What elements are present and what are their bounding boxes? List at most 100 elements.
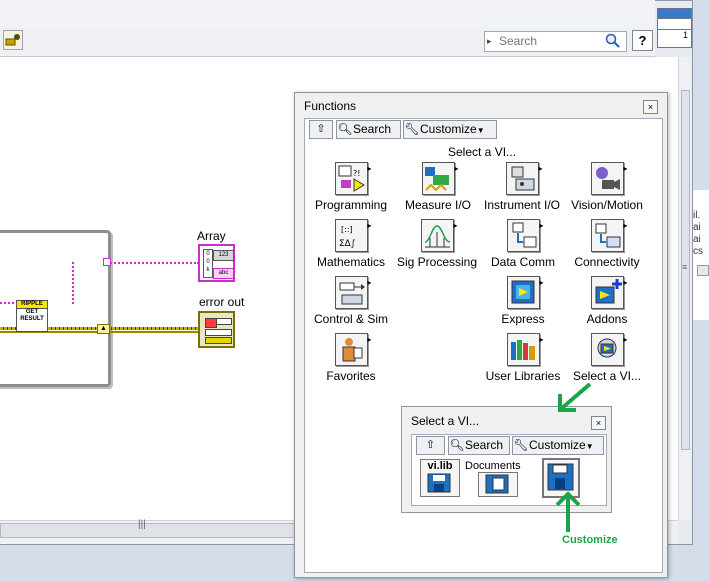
category-control-sim[interactable]: ▸ Control & Sim <box>309 276 393 326</box>
category-express[interactable]: ▸ Express <box>484 276 562 326</box>
side-text-line: ai <box>693 234 701 245</box>
category-measure-io[interactable]: ▸ Measure I/O <box>399 162 477 212</box>
array-indicator-label[interactable]: Array <box>197 229 226 243</box>
category-label: Sig Processing <box>396 255 478 269</box>
array-indicator[interactable]: 00k 123 abc <box>198 244 235 282</box>
category-select-vi[interactable]: ▸ Select a VI... <box>568 333 646 383</box>
search-icon: 🔍︎ <box>337 122 353 136</box>
category-label: Express <box>501 312 545 326</box>
user-libraries-icon: ▸ <box>506 333 544 366</box>
annotation-label: Customize <box>562 534 618 546</box>
close-icon[interactable]: × <box>643 100 658 114</box>
dropdown-arrow-icon: ▼ <box>476 126 485 135</box>
side-text-line: cs <box>693 246 703 257</box>
documents-label: Documents <box>465 460 521 472</box>
category-user-libraries[interactable]: ▸ User Libraries <box>482 333 564 383</box>
category-label: Programming <box>314 198 388 212</box>
svg-text:Σ∆∫: Σ∆∫ <box>339 239 356 249</box>
dropdown-arrow-icon: ▼ <box>585 442 594 451</box>
connector-pane[interactable]: 1 <box>657 8 692 48</box>
category-data-comm[interactable]: ▸ Data Comm <box>484 219 562 269</box>
vertical-grip-icon: ≡ <box>682 262 688 272</box>
category-sig-processing[interactable]: ▸ Sig Processing <box>394 219 480 269</box>
array-sub-text: abc <box>213 268 234 279</box>
wrench-icon: 🔧︎ <box>404 122 420 136</box>
subpalette-title: Select a VI... <box>411 414 480 428</box>
array-wire-vertical[interactable] <box>72 262 76 304</box>
error-shift-register[interactable]: ▲ <box>97 324 110 334</box>
array-wire[interactable] <box>107 262 199 266</box>
signal-processing-icon: ▸ <box>420 219 458 252</box>
subpalette-search-button[interactable]: 🔍︎Search <box>448 436 510 455</box>
side-window-text: il. ai ai cs <box>693 190 709 320</box>
category-label: Instrument I/O <box>483 198 561 212</box>
category-instrument-io[interactable]: ▸ Instrument I/O <box>480 162 564 212</box>
category-vision-motion[interactable]: ▸ Vision/Motion <box>566 162 648 212</box>
mathematics-icon: [::] Σ∆∫ ▸ <box>334 219 372 252</box>
express-icon: ▸ <box>506 276 544 309</box>
error-out-indicator[interactable] <box>198 311 235 348</box>
category-label: Data Comm <box>490 255 555 269</box>
search-icon: 🔍︎ <box>449 438 465 452</box>
ripple-vi-line3: RESULT <box>20 316 44 322</box>
category-label: Addons <box>586 312 628 326</box>
category-label: Favorites <box>326 369 376 383</box>
array-tunnel[interactable] <box>103 258 111 266</box>
side-scroll-button[interactable] <box>697 265 709 276</box>
vi-lib-label: vi.lib <box>427 460 453 472</box>
addons-icon: ▸ <box>590 276 628 309</box>
array-type-text: 123 <box>213 250 234 261</box>
data-comm-icon: ▸ <box>506 219 544 252</box>
documents-item[interactable] <box>478 472 518 497</box>
search-icon[interactable] <box>605 33 621 52</box>
category-mathematics[interactable]: [::] Σ∆∫ ▸ Mathematics <box>309 219 393 269</box>
palette-customize-button[interactable]: 🔧︎Customize▼ <box>403 120 497 139</box>
connectivity-icon: ▸ <box>590 219 628 252</box>
close-icon[interactable]: × <box>591 416 606 430</box>
up-arrow-button[interactable]: ⇧ <box>309 120 333 139</box>
clean-up-diagram-icon[interactable] <box>3 30 23 50</box>
category-label: Connectivity <box>574 255 640 269</box>
category-addons[interactable]: ▸ Addons <box>568 276 646 326</box>
connector-pane-value: 1 <box>682 30 688 40</box>
functions-palette-title: Functions <box>304 99 357 113</box>
ripple-get-result-vi[interactable]: RIPPLE GET RESULT <box>16 300 48 332</box>
connector-pane-header <box>658 9 691 19</box>
palette-header: Select a VI... <box>448 145 517 159</box>
up-arrow-button[interactable]: ⇧ <box>416 436 445 455</box>
category-programming[interactable]: ?! ▸ Programming <box>309 162 393 212</box>
category-connectivity[interactable]: ▸ Connectivity <box>568 219 646 269</box>
annotation-arrow-up <box>555 491 581 532</box>
wrench-icon: 🔧︎ <box>513 438 529 452</box>
palette-customize-label: Customize <box>420 122 477 136</box>
vi-lib-item[interactable]: vi.lib <box>420 459 460 497</box>
search-arrow-icon[interactable]: ▸ <box>487 36 492 47</box>
svg-text:?!: ?! <box>353 169 360 178</box>
subpalette-customize-label: Customize <box>529 438 586 452</box>
select-vi-icon: ▸ <box>590 333 628 366</box>
category-label: Mathematics <box>316 255 386 269</box>
annotation-arrow-down-left <box>558 382 592 412</box>
side-text-line: ai <box>693 222 701 233</box>
ripple-vi-line2: GET <box>25 309 39 315</box>
documents-icon <box>485 474 509 494</box>
palette-search-button[interactable]: 🔍︎Search <box>336 120 401 139</box>
horizontal-grip-icon: ||| <box>138 519 146 530</box>
category-label: Control & Sim <box>313 312 389 326</box>
search-input[interactable] <box>499 34 599 48</box>
palette-search-label: Search <box>353 122 392 136</box>
horizontal-scrollbar-thumb[interactable] <box>0 523 300 538</box>
category-favorites[interactable]: ▸ Favorites <box>309 333 393 383</box>
instrument-io-icon: ▸ <box>505 162 543 195</box>
category-label: Measure I/O <box>404 198 472 212</box>
subpalette-customize-button[interactable]: 🔧︎Customize▼ <box>512 436 604 455</box>
context-help-button[interactable]: ? <box>632 30 653 51</box>
programming-icon: ?! ▸ <box>334 162 372 195</box>
vision-motion-icon: ▸ <box>590 162 628 195</box>
menu-bar <box>0 0 655 29</box>
error-out-label[interactable]: error out <box>199 295 244 309</box>
ripple-vi-title: RIPPLE <box>17 301 47 309</box>
side-text-line: il. <box>693 210 701 221</box>
favorites-icon: ▸ <box>334 333 372 366</box>
vi-lib-icon <box>427 473 451 493</box>
